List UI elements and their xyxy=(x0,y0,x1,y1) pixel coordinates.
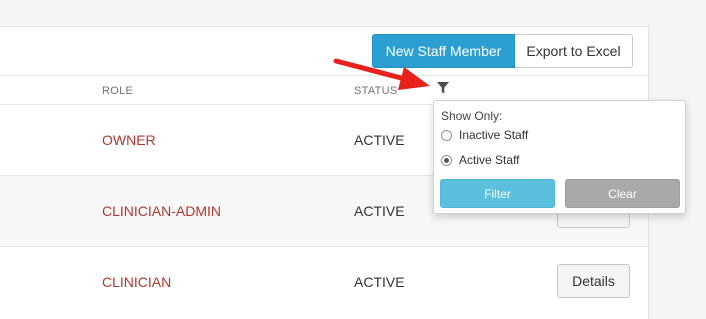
role-cell: CLINICIAN-ADMIN xyxy=(102,203,222,219)
table-row: CLINICIAN ACTIVE Details xyxy=(0,247,648,318)
filter-dropdown-title: Show Only: xyxy=(441,109,503,123)
radio-label: Inactive Staff xyxy=(459,128,529,142)
column-header-status: STATUS xyxy=(354,85,398,97)
role-cell: OWNER xyxy=(102,132,156,148)
radio-option-inactive-staff[interactable]: Inactive Staff xyxy=(441,128,528,142)
radio-option-active-staff[interactable]: Active Staff xyxy=(441,153,519,167)
details-button[interactable]: Details xyxy=(557,264,630,298)
clear-button[interactable]: Clear xyxy=(565,179,680,208)
status-cell: ACTIVE xyxy=(354,203,405,219)
radio-label: Active Staff xyxy=(459,153,520,167)
status-cell: ACTIVE xyxy=(354,132,405,148)
toolbar-button-group: New Staff Member Export to Excel xyxy=(372,34,633,68)
radio-button[interactable] xyxy=(441,129,452,141)
status-cell: ACTIVE xyxy=(354,274,405,290)
export-to-excel-button[interactable]: Export to Excel xyxy=(515,34,633,68)
radio-button-checked[interactable] xyxy=(441,154,452,166)
funnel-icon[interactable] xyxy=(436,81,450,95)
role-cell: CLINICIAN xyxy=(102,274,172,290)
new-staff-member-button[interactable]: New Staff Member xyxy=(372,34,515,68)
status-filter-dropdown: Show Only: Inactive Staff Active Staff F… xyxy=(433,100,686,214)
header-top-divider xyxy=(0,75,648,76)
filter-button[interactable]: Filter xyxy=(440,179,555,208)
column-header-role: ROLE xyxy=(102,85,134,97)
